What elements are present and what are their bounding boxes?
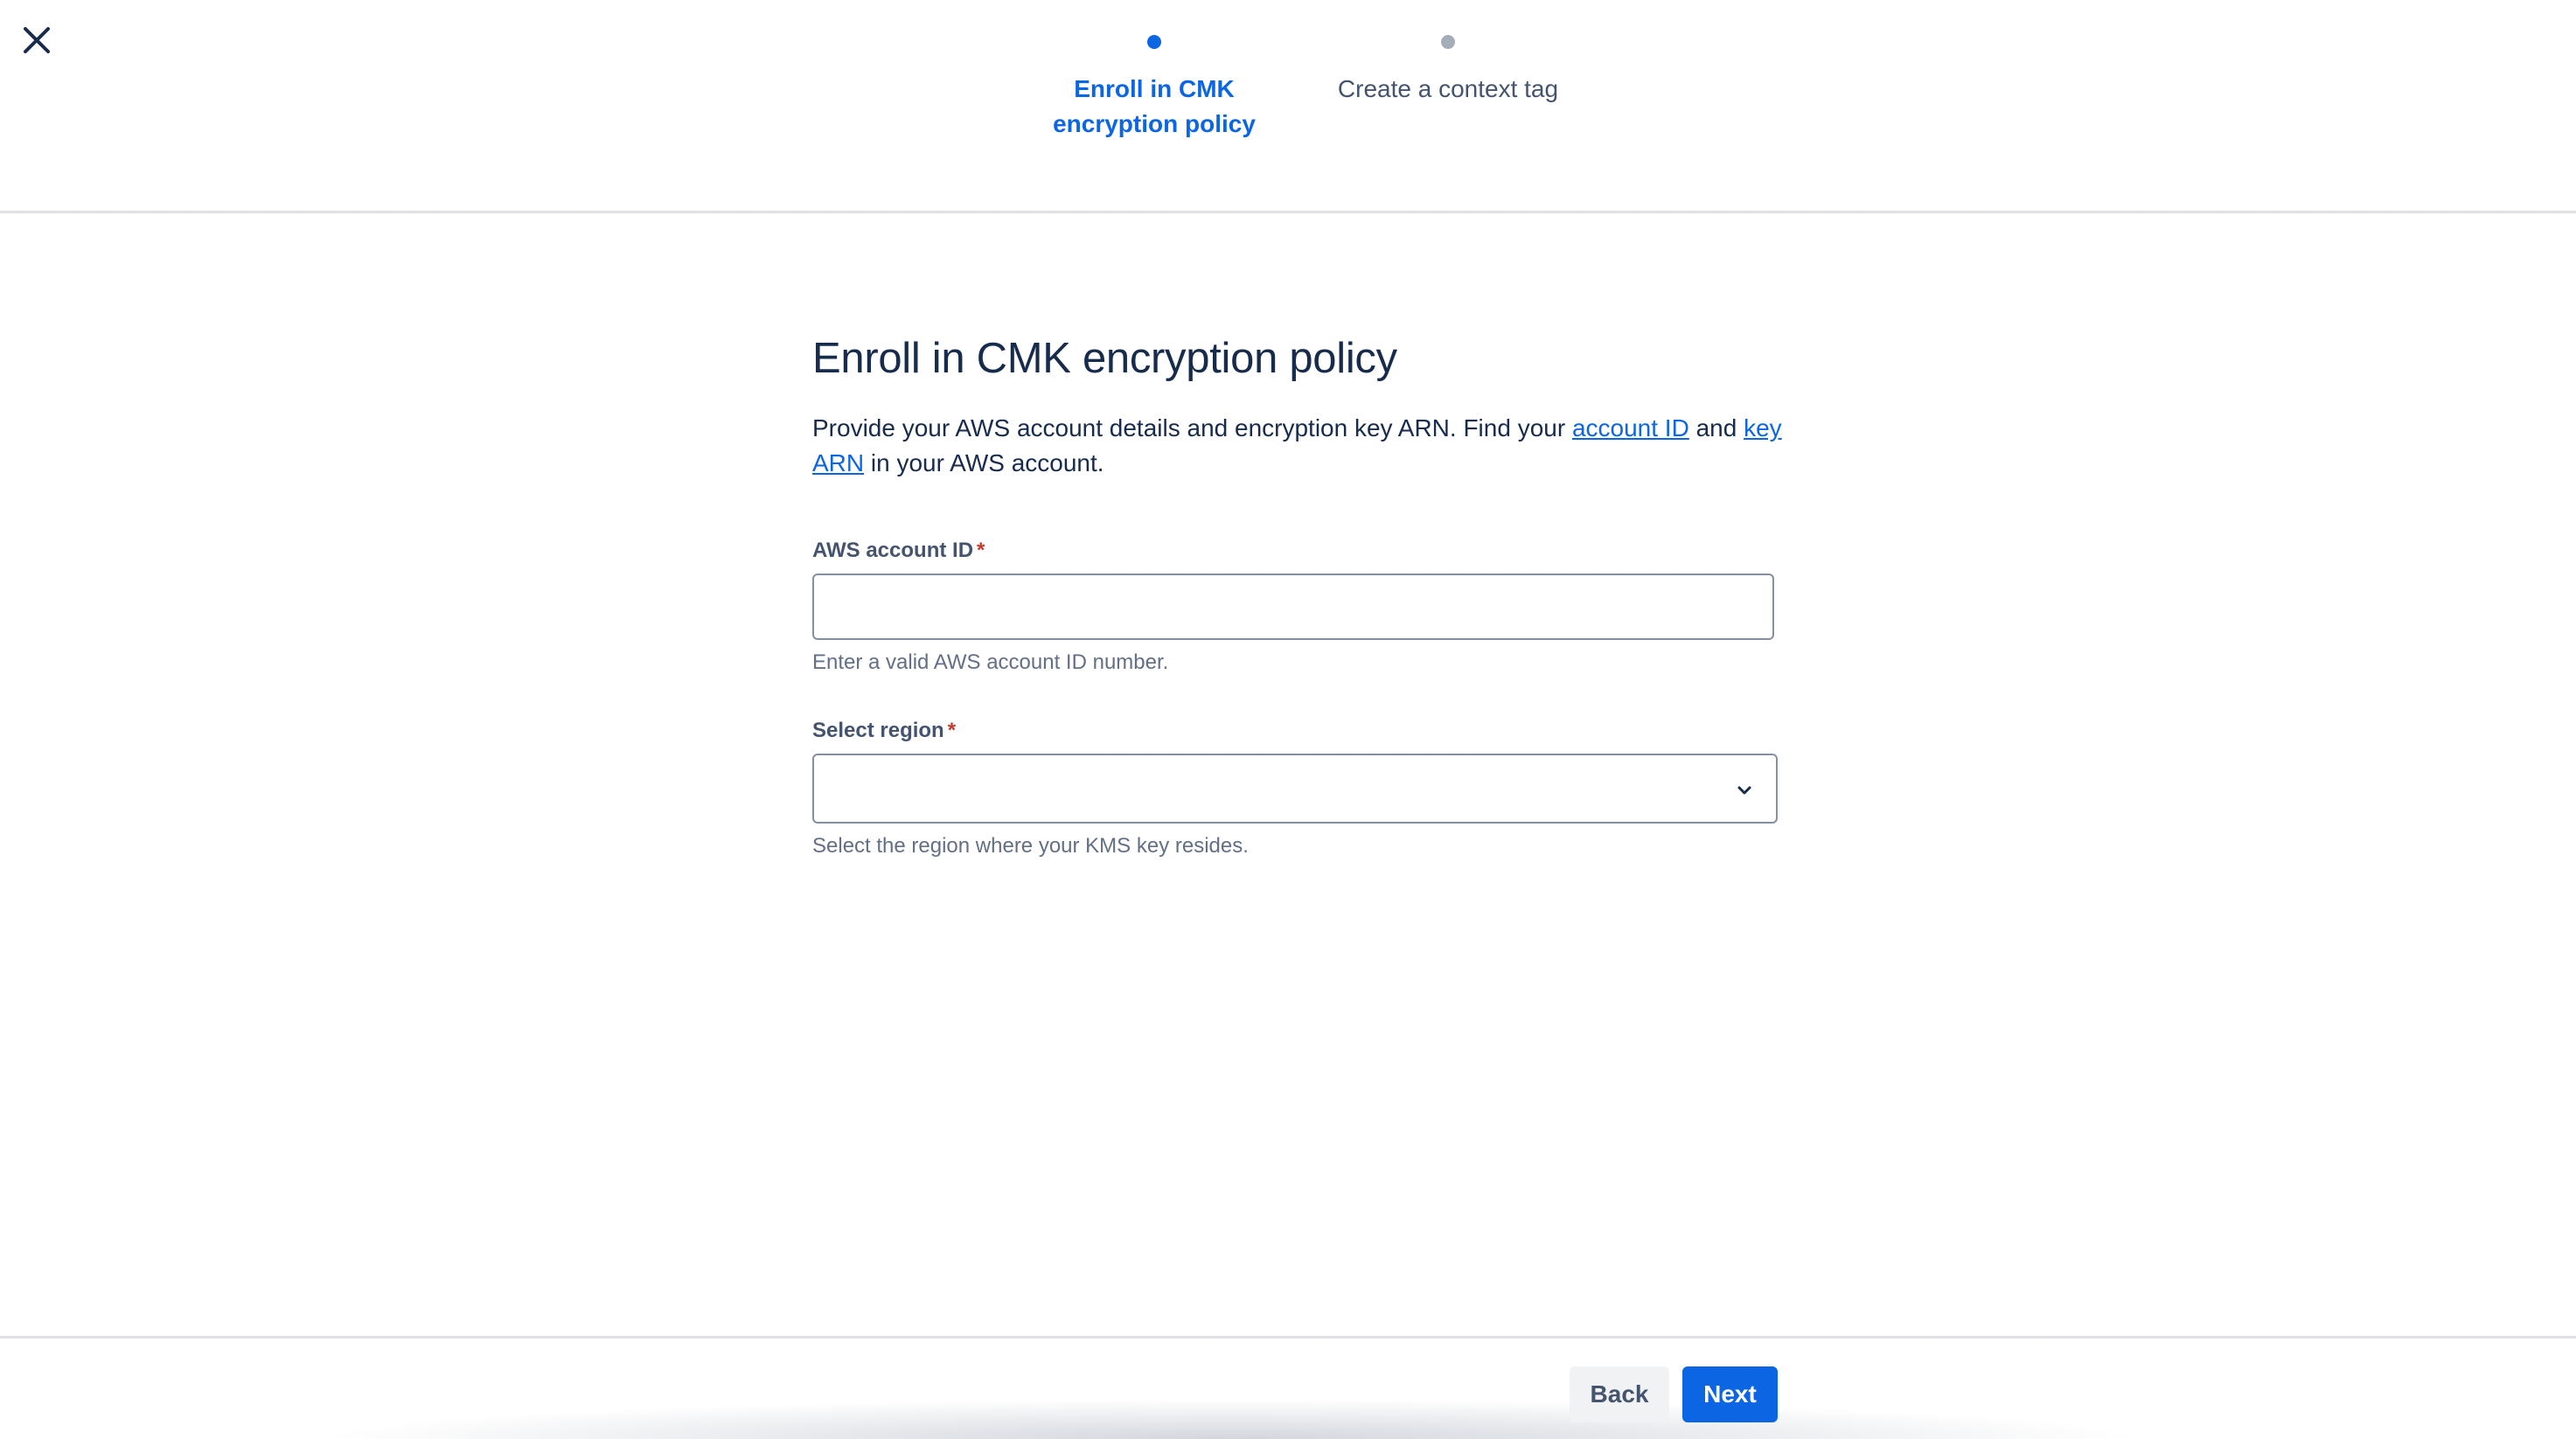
select-region-label: Select region * bbox=[812, 717, 1778, 745]
step-label: Create a context tag bbox=[1337, 75, 1559, 102]
chevron-down-icon bbox=[1737, 786, 1751, 795]
required-indicator: * bbox=[947, 719, 957, 742]
form-description: Provide your AWS account details and enc… bbox=[812, 411, 1792, 481]
next-button[interactable]: Next bbox=[1682, 1366, 1778, 1422]
step-create-context-tag: Create a context tag bbox=[1317, 31, 1579, 107]
region-helper: Select the region where your KMS key res… bbox=[812, 834, 1249, 858]
field-label-text: AWS account ID bbox=[812, 539, 974, 562]
description-text: in your AWS account. bbox=[870, 449, 1104, 476]
required-indicator: * bbox=[977, 539, 985, 562]
region-select[interactable] bbox=[812, 754, 1778, 824]
header-divider bbox=[0, 211, 2576, 213]
step-label: Enroll in CMK encryption policy bbox=[1053, 75, 1256, 137]
step-pending-indicator bbox=[1441, 35, 1455, 49]
field-label-text: Select region bbox=[812, 719, 944, 742]
progress-stepper: Enroll in CMK encryption policy Create a… bbox=[0, 31, 2576, 180]
footer-divider bbox=[0, 1336, 2576, 1338]
footer-shadow bbox=[315, 1399, 2151, 1439]
description-text: Provide your AWS account details and enc… bbox=[812, 414, 1566, 441]
description-text: and bbox=[1695, 414, 1737, 441]
step-active-indicator bbox=[1147, 35, 1161, 49]
aws-account-id-helper: Enter a valid AWS account ID number. bbox=[812, 650, 1169, 674]
page-title: Enroll in CMK encryption policy bbox=[812, 335, 1397, 382]
account-id-link[interactable]: account ID bbox=[1572, 414, 1689, 441]
aws-account-id-label: AWS account ID * bbox=[812, 537, 1778, 565]
aws-account-id-input[interactable] bbox=[812, 574, 1774, 640]
step-enroll-cmk: Enroll in CMK encryption policy bbox=[1014, 31, 1294, 142]
back-button[interactable]: Back bbox=[1570, 1366, 1669, 1422]
enrollment-form: Enroll in CMK encryption policy Provide … bbox=[812, 332, 1782, 860]
